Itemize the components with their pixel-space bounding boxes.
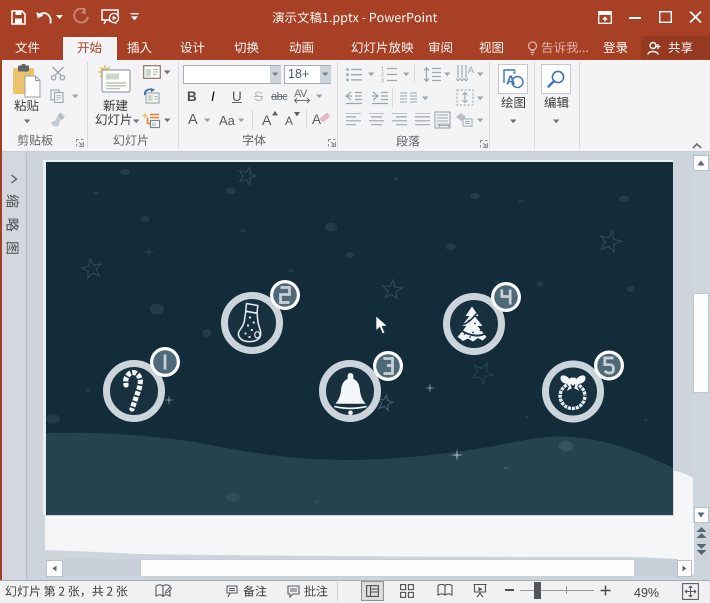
svg-text:3: 3 bbox=[381, 79, 384, 84]
svg-text:A: A bbox=[468, 65, 474, 75]
svg-text:A: A bbox=[506, 73, 516, 88]
